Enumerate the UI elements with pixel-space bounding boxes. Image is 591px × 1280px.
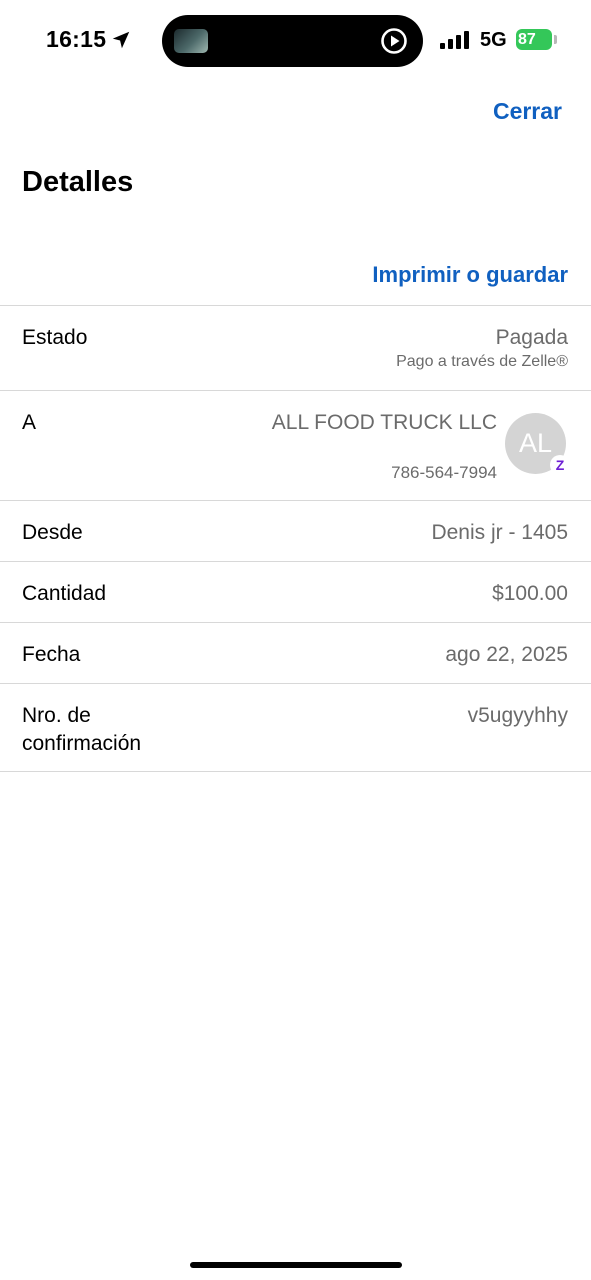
page-title: Detalles: [22, 166, 134, 198]
print-or-save-button[interactable]: Imprimir o guardar: [372, 262, 568, 288]
signal-bars-icon: [440, 31, 469, 49]
amount-label: Cantidad: [22, 582, 107, 605]
avatar-initials: AL: [518, 428, 553, 458]
play-circle-icon[interactable]: [380, 27, 408, 55]
close-button[interactable]: Cerrar: [493, 98, 562, 125]
status-bar: 16:15 5G 87: [0, 0, 591, 82]
status-time: 16:15: [46, 26, 107, 52]
details-list: Estado Pagada Pago a través de Zelle® A …: [0, 305, 591, 772]
detail-row-status: Estado Pagada Pago a través de Zelle®: [0, 305, 591, 390]
battery-cap: [554, 35, 557, 44]
amount-value: $100.00: [492, 582, 568, 605]
battery-level: 87: [518, 31, 536, 48]
status-label: Estado: [22, 326, 88, 349]
date-label: Fecha: [22, 643, 81, 666]
dynamic-island[interactable]: [162, 15, 423, 67]
zelle-icon: Z: [550, 455, 570, 475]
now-playing-artwork: [174, 29, 208, 53]
detail-row-confirmation: Nro. de confirmación v5ugyyhhy: [0, 683, 591, 772]
home-indicator[interactable]: [190, 1262, 402, 1268]
recipient-name: ALL FOOD TRUCK LLC: [271, 411, 497, 434]
confirmation-label: Nro. de confirmación: [22, 704, 142, 755]
detail-row-recipient: A ALL FOOD TRUCK LLC 786-564-7994 AL Z: [0, 390, 591, 500]
location-arrow-icon: [112, 31, 130, 49]
date-value: ago 22, 2025: [445, 643, 568, 666]
detail-row-amount: Cantidad $100.00: [0, 561, 591, 622]
from-value: Denis jr - 1405: [431, 521, 568, 544]
detail-row-from: Desde Denis jr - 1405: [0, 500, 591, 561]
confirmation-value: v5ugyyhhy: [467, 704, 568, 727]
recipient-label: A: [22, 411, 37, 434]
network-type: 5G: [480, 29, 507, 51]
zelle-badge-letter: Z: [555, 457, 565, 473]
status-value: Pagada: [495, 326, 568, 349]
payment-method-note: Pago a través de Zelle®: [396, 353, 568, 370]
detail-row-date: Fecha ago 22, 2025: [0, 622, 591, 683]
recipient-phone: 786-564-7994: [391, 463, 497, 482]
battery-icon: 87: [516, 29, 552, 50]
from-label: Desde: [22, 521, 83, 544]
